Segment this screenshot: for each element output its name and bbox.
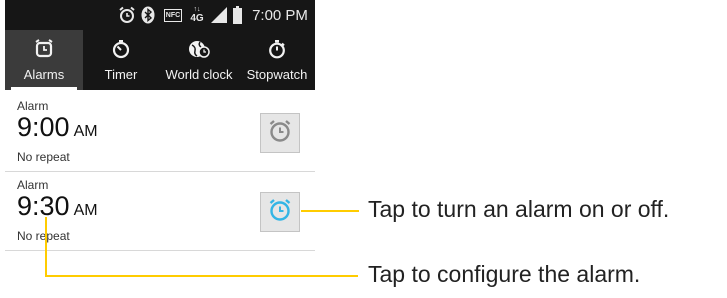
alarm-time-value: 9:00 [17,112,70,142]
alarm-off-icon [267,118,293,149]
alarm-repeat: No repeat [17,150,70,164]
bluetooth-icon [140,0,156,30]
tab-bar: Alarms Timer World clock Stopwatch [5,30,315,90]
tab-stopwatch[interactable]: Stopwatch [239,30,315,90]
callout-configure-text: Tap to configure the alarm. [368,261,641,287]
tab-label: Alarms [23,67,65,82]
alarm-ampm: AM [73,202,98,219]
alarm-repeat: No repeat [17,229,70,243]
alarm-toggle-button[interactable] [260,192,300,232]
alarm-icon [117,0,137,30]
alarm-time: 9:30 AM [17,189,98,228]
tab-label: Timer [104,67,138,82]
signal-icon [209,0,229,30]
tab-label: Stopwatch [246,67,308,82]
callout-toggle-text: Tap to turn an alarm on or off. [368,196,670,222]
alarm-toggle-button[interactable] [260,113,300,153]
nfc-label: NFC [163,8,183,22]
callout-line-toggle [301,210,359,212]
alarm-on-icon [267,197,293,228]
network-label: 4G [190,12,204,24]
status-time: 7:00 PM [252,6,308,24]
alarm-row[interactable]: Alarm 9:30 AM No repeat [5,172,315,251]
data-4g-icon: ↑↓ 4G [190,5,204,24]
timer-icon [111,39,131,59]
tab-alarms[interactable]: Alarms [5,30,83,90]
tab-world-clock[interactable]: World clock [159,30,239,90]
status-bar: NFC ↑↓ 4G 7:00 PM [5,0,315,30]
world-clock-icon [188,39,210,59]
tab-timer[interactable]: Timer [83,30,159,90]
alarm-time: 9:00 AM [17,110,98,149]
nfc-icon: NFC [162,0,184,30]
callout-line-configure-vertical [45,217,47,276]
callout-line-configure-horizontal [45,275,358,277]
alarm-time-value: 9:30 [17,191,70,221]
alarm-clock-icon [34,39,54,59]
stopwatch-icon [267,39,287,59]
alarm-row[interactable]: Alarm 9:00 AM No repeat [5,93,315,172]
battery-icon [231,0,243,30]
alarm-ampm: AM [73,123,98,140]
tab-label: World clock [165,67,233,82]
phone-screen: NFC ↑↓ 4G 7:00 PM Alarms Timer World clo… [5,0,315,298]
